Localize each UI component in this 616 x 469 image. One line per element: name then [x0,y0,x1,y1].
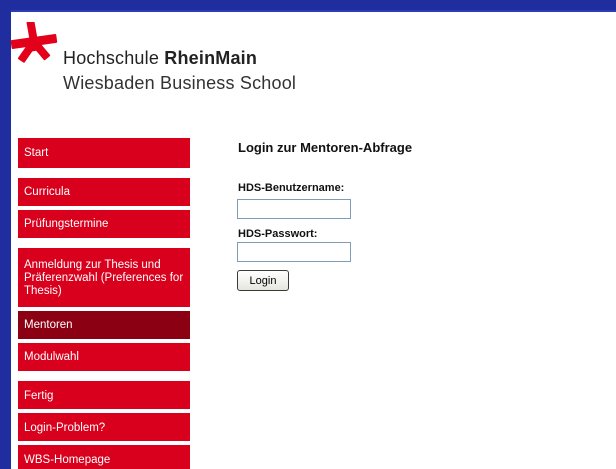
sidebar-item-label: Modulwahl [24,351,79,363]
sidebar-item-login-problem[interactable]: Login-Problem? [18,413,190,441]
sidebar-item-label: Anmeldung zur Thesis und Präferenzwahl (… [24,259,184,297]
page-title: Login zur Mentoren-Abfrage [238,140,413,155]
sidebar-item-label: Fertig [24,390,54,402]
sidebar-item-start[interactable]: Start [18,138,190,168]
window-frame-inner [11,10,616,12]
window-frame-top [0,0,616,10]
username-input[interactable] [237,199,351,219]
sidebar-item-curricula[interactable]: Curricula [18,178,190,206]
sidebar-item-mentoren[interactable]: Mentoren [18,311,190,339]
password-label: HDS-Passwort: [238,228,318,240]
sidebar-item-label: Login-Problem? [24,422,106,434]
sidebar-item-fertig[interactable]: Fertig [18,381,190,409]
logo-line-1: Hochschule RheinMain [63,48,257,69]
logo-line-1-prefix: Hochschule [63,48,165,68]
sidebar-item-label: Start [24,147,49,159]
sidebar-item-label: Prüfungstermine [24,218,109,230]
username-label: HDS-Benutzername: [238,182,345,194]
sidebar-item-label: Mentoren [24,319,73,331]
login-button[interactable]: Login [237,270,289,291]
sidebar-item-label: Curricula [24,186,71,198]
sidebar-item-label: WBS-Homepage [24,454,111,466]
logo-line-1-bold: RheinMain [164,48,258,68]
logo-line-2: Wiesbaden Business School [63,73,297,93]
sidebar-item-modulwahl[interactable]: Modulwahl [18,343,190,371]
sidebar-item-wbs-homepage[interactable]: WBS-Homepage [18,445,190,469]
password-input[interactable] [237,242,351,262]
sidebar-item-thesis[interactable]: Anmeldung zur Thesis und Präferenzwahl (… [18,248,190,307]
sidebar-item-pruefungstermine[interactable]: Prüfungstermine [18,210,190,238]
